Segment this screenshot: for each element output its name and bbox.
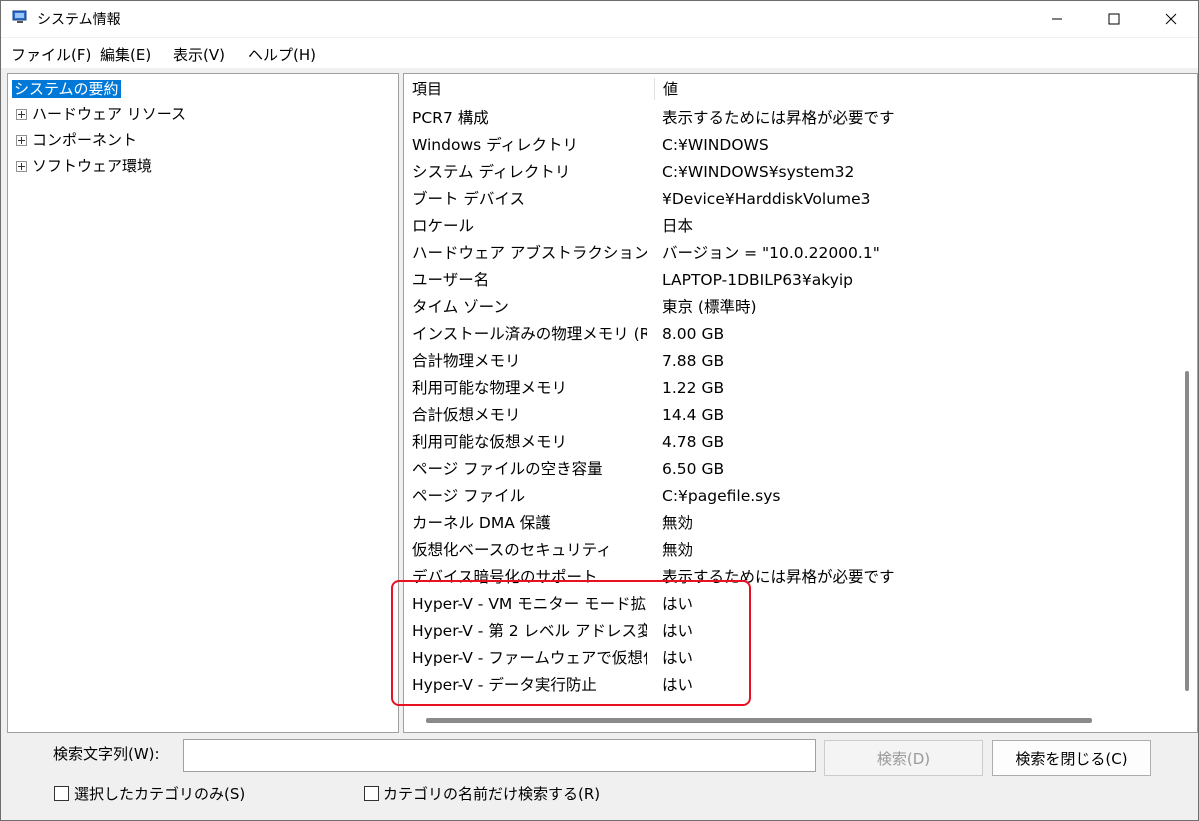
minimize-icon xyxy=(1052,18,1062,20)
row-value-cell: 14.4 GB xyxy=(662,406,725,424)
row-item-cell: Windows ディレクトリ xyxy=(412,136,579,154)
row-item-cell: 合計仮想メモリ xyxy=(412,406,521,424)
table-row[interactable]: 利用可能な物理メモリ 1.22 GB xyxy=(404,375,1179,402)
row-value-cell: C:¥WINDOWS¥system32 xyxy=(662,163,855,181)
menu-file[interactable]: ファイル(F) xyxy=(11,44,91,65)
row-value-cell: 7.88 GB xyxy=(662,352,725,370)
row-value-cell: バージョン = "10.0.22000.1" xyxy=(662,244,880,262)
table-row[interactable]: 利用可能な仮想メモリ 4.78 GB xyxy=(404,429,1179,456)
table-row[interactable]: ロケール 日本 xyxy=(404,213,1179,240)
row-value-cell: C:¥WINDOWS xyxy=(662,136,769,154)
system-information-window: システム情報 ファイル(F) 編集(E) 表示(V) ヘルプ(H) システムの要… xyxy=(0,0,1199,821)
maximize-button[interactable] xyxy=(1085,1,1143,37)
minimize-button[interactable] xyxy=(1028,1,1086,37)
row-value-cell: LAPTOP-1DBILP63¥akyip xyxy=(662,271,854,289)
search-label: 検索文字列(W): xyxy=(53,745,160,763)
table-row[interactable]: タイム ゾーン 東京 (標準時) xyxy=(404,294,1179,321)
tree-item-label: システムの要約 xyxy=(12,80,121,98)
table-row[interactable]: 合計物理メモリ 7.88 GB xyxy=(404,348,1179,375)
tree-item-label: ハードウェア リソース xyxy=(32,105,187,123)
tree-item-system-summary[interactable]: システムの要約 xyxy=(12,78,121,100)
row-value-cell: 無効 xyxy=(662,514,694,532)
row-item-cell: ページ ファイルの空き容量 xyxy=(412,460,603,478)
expand-icon[interactable] xyxy=(16,109,27,120)
menu-help[interactable]: ヘルプ(H) xyxy=(248,44,316,65)
table-row[interactable]: 仮想化ベースのセキュリティ 無効 xyxy=(404,537,1179,564)
window-title: システム情報 xyxy=(37,12,121,28)
row-item-cell: 仮想化ベースのセキュリティ xyxy=(412,541,612,559)
row-item-cell: ページ ファイル xyxy=(412,487,526,505)
row-item-cell: PCR7 構成 xyxy=(412,109,489,127)
row-item-cell: ハードウェア アブストラクション レイ... xyxy=(412,244,647,262)
row-item-cell: タイム ゾーン xyxy=(412,298,509,316)
column-header-value[interactable]: 値 xyxy=(655,74,1175,104)
row-value-cell: 8.00 GB xyxy=(662,325,725,343)
row-item-cell: 合計物理メモリ xyxy=(412,352,521,370)
system-information-icon xyxy=(12,10,27,23)
search-selected-category-only-checkbox[interactable] xyxy=(54,786,69,801)
row-item-cell: インストール済みの物理メモリ (RA... xyxy=(412,325,647,343)
row-value-cell: 6.50 GB xyxy=(662,460,725,478)
row-item-cell: ブート デバイス xyxy=(412,190,525,208)
menu-bar: ファイル(F) 編集(E) 表示(V) ヘルプ(H) xyxy=(1,38,1198,68)
expand-icon[interactable] xyxy=(16,161,27,172)
search-selected-category-only-label: 選択したカテゴリのみ(S) xyxy=(74,785,246,803)
row-item-cell: 利用可能な仮想メモリ xyxy=(412,433,568,451)
row-item-cell: ロケール xyxy=(412,217,475,235)
maximize-icon xyxy=(1108,13,1120,25)
table-row[interactable]: インストール済みの物理メモリ (RA... 8.00 GB xyxy=(404,321,1179,348)
table-row[interactable]: ページ ファイル C:¥pagefile.sys xyxy=(404,483,1179,510)
table-row[interactable]: ユーザー名 LAPTOP-1DBILP63¥akyip xyxy=(404,267,1179,294)
tree-item-label: コンポーネント xyxy=(32,131,138,149)
vertical-scrollbar-thumb[interactable] xyxy=(1185,371,1189,691)
row-item-cell: 利用可能な物理メモリ xyxy=(412,379,568,397)
menu-view[interactable]: 表示(V) xyxy=(173,44,225,65)
expand-icon[interactable] xyxy=(16,135,27,146)
search-category-names-only-checkbox[interactable] xyxy=(364,786,379,801)
row-value-cell: 4.78 GB xyxy=(662,433,725,451)
hyper-v-highlight-box xyxy=(391,580,751,706)
table-row[interactable]: PCR7 構成 表示するためには昇格が必要です xyxy=(404,105,1179,132)
find-button[interactable]: 検索(D) xyxy=(824,740,983,776)
row-value-cell: C:¥pagefile.sys xyxy=(662,487,781,505)
title-bar: システム情報 xyxy=(1,1,1198,37)
row-item-cell: カーネル DMA 保護 xyxy=(412,514,551,532)
close-icon xyxy=(1165,13,1177,25)
row-value-cell: 1.22 GB xyxy=(662,379,725,397)
search-input[interactable] xyxy=(183,739,816,772)
horizontal-scrollbar-thumb[interactable] xyxy=(426,718,1092,723)
tree-item-label: ソフトウェア環境 xyxy=(32,157,153,175)
category-tree[interactable]: システムの要約 ハードウェア リソース コンポーネント ソフトウェア環境 xyxy=(7,73,399,733)
row-value-cell: 表示するためには昇格が必要です xyxy=(662,109,895,127)
row-value-cell: 日本 xyxy=(662,217,694,235)
table-row[interactable]: ハードウェア アブストラクション レイ... バージョン = "10.0.2200… xyxy=(404,240,1179,267)
table-row[interactable]: Windows ディレクトリ C:¥WINDOWS xyxy=(404,132,1179,159)
row-value-cell: 無効 xyxy=(662,541,694,559)
table-row[interactable]: ページ ファイルの空き容量 6.50 GB xyxy=(404,456,1179,483)
table-row[interactable]: 合計仮想メモリ 14.4 GB xyxy=(404,402,1179,429)
close-button[interactable] xyxy=(1142,1,1198,37)
column-header-item[interactable]: 項目 xyxy=(404,74,654,104)
row-value-cell: ¥Device¥HarddiskVolume3 xyxy=(662,190,871,208)
table-row[interactable]: システム ディレクトリ C:¥WINDOWS¥system32 xyxy=(404,159,1179,186)
menu-edit[interactable]: 編集(E) xyxy=(100,44,151,65)
search-category-names-only-label: カテゴリの名前だけ検索する(R) xyxy=(383,785,601,803)
row-value-cell: 東京 (標準時) xyxy=(662,298,757,316)
table-row[interactable]: ブート デバイス ¥Device¥HarddiskVolume3 xyxy=(404,186,1179,213)
row-item-cell: システム ディレクトリ xyxy=(412,163,571,181)
row-item-cell: ユーザー名 xyxy=(412,271,490,289)
close-find-button[interactable]: 検索を閉じる(C) xyxy=(992,740,1151,776)
table-row[interactable]: カーネル DMA 保護 無効 xyxy=(404,510,1179,537)
